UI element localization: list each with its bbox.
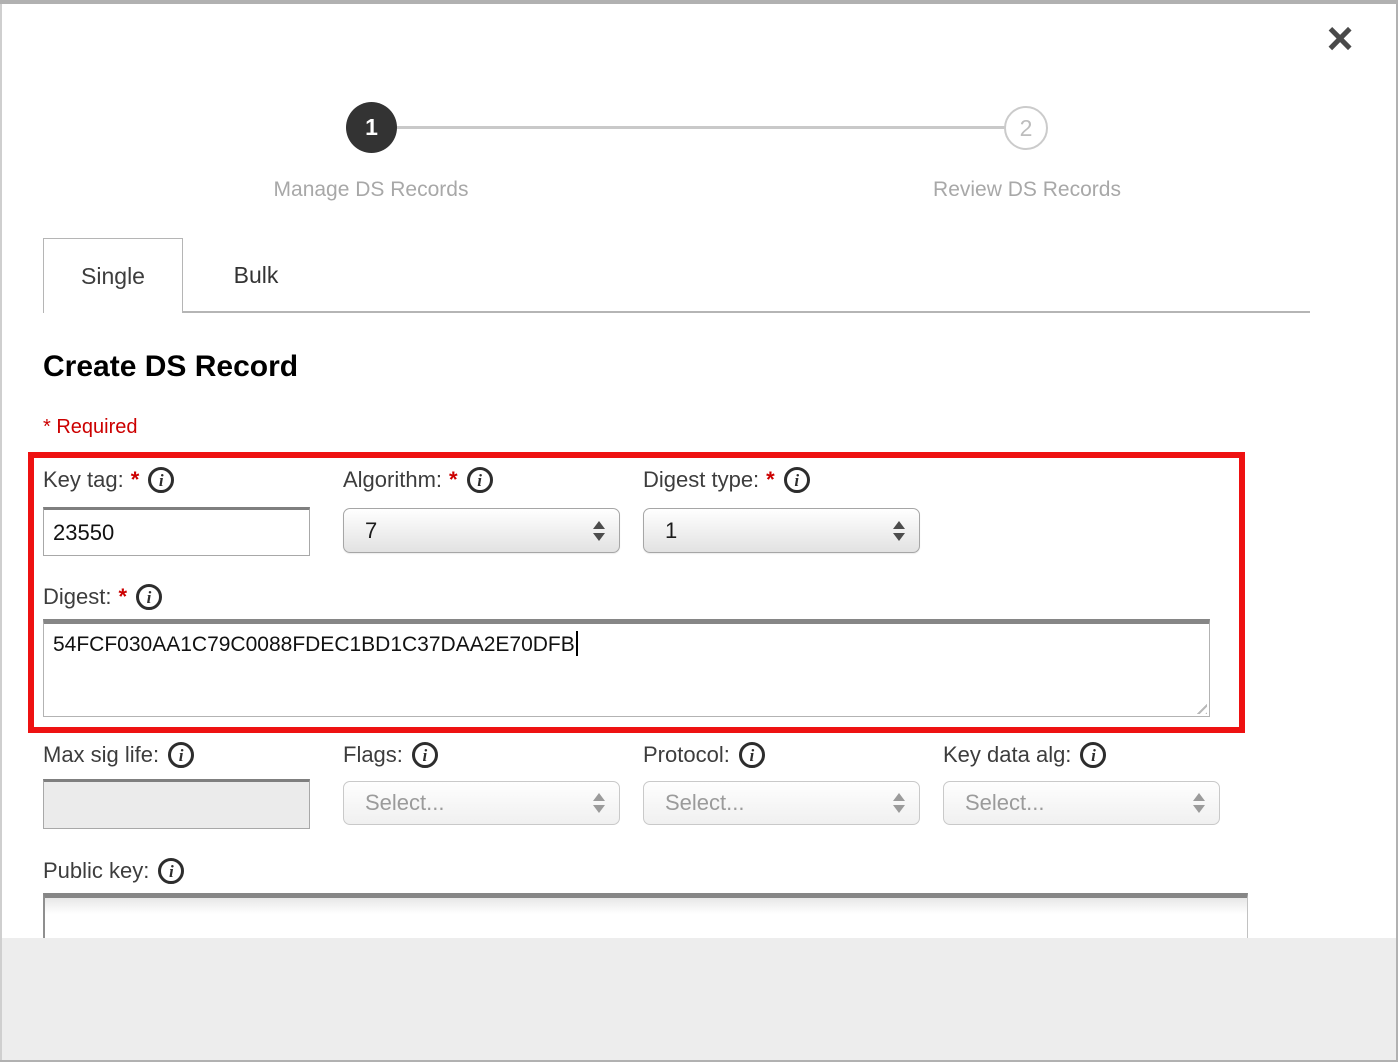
select-spinner-icon	[893, 782, 905, 824]
public-key-info-icon[interactable]: i	[158, 858, 184, 884]
page-title: Create DS Record	[43, 350, 298, 384]
digest-type-value: 1	[665, 518, 677, 544]
text-cursor	[576, 631, 578, 656]
public-key-label: Public key:	[43, 858, 149, 884]
algorithm-required-asterisk: *	[449, 467, 458, 493]
protocol-info-icon[interactable]: i	[739, 742, 765, 768]
modal-left-border	[0, 4, 2, 1062]
flags-info-icon[interactable]: i	[412, 742, 438, 768]
algorithm-label-row: Algorithm: * i	[343, 467, 493, 493]
max-sig-life-input[interactable]	[43, 779, 310, 829]
create-ds-record-modal: × 1 2 Manage DS Records Review DS Record…	[0, 0, 1398, 1062]
flags-label-row: Flags: i	[343, 742, 438, 768]
required-note: * Required	[43, 416, 138, 439]
step-1-label: Manage DS Records	[251, 178, 491, 202]
digest-type-required-asterisk: *	[766, 467, 775, 493]
tab-bulk[interactable]: Bulk	[183, 238, 329, 312]
key-data-alg-label-row: Key data alg: i	[943, 742, 1106, 768]
digest-type-info-icon[interactable]: i	[784, 467, 810, 493]
digest-type-label-row: Digest type: * i	[643, 467, 810, 493]
select-spinner-icon	[1193, 782, 1205, 824]
key-data-alg-select[interactable]: Select...	[943, 781, 1220, 825]
step-2-number: 2	[1020, 115, 1033, 142]
modal-footer: Cancel Back Next	[2, 938, 1396, 1060]
digest-textarea[interactable]: 54FCF030AA1C79C0088FDEC1BD1C37DAA2E70DFB	[43, 619, 1210, 717]
flags-placeholder: Select...	[365, 790, 444, 816]
algorithm-info-icon[interactable]: i	[467, 467, 493, 493]
tab-bulk-label: Bulk	[234, 262, 279, 289]
tab-single[interactable]: Single	[43, 238, 183, 313]
key-data-alg-info-icon[interactable]: i	[1080, 742, 1106, 768]
step-1-number: 1	[365, 114, 378, 141]
key-tag-required-asterisk: *	[131, 467, 140, 493]
digest-info-icon[interactable]: i	[136, 584, 162, 610]
max-sig-life-label: Max sig life:	[43, 742, 159, 768]
public-key-label-row: Public key: i	[43, 858, 184, 884]
step-2-label: Review DS Records	[907, 178, 1147, 202]
digest-type-select[interactable]: 1	[643, 508, 920, 553]
flags-select[interactable]: Select...	[343, 781, 620, 825]
key-tag-input[interactable]: 23550	[43, 507, 310, 556]
max-sig-life-info-icon[interactable]: i	[168, 742, 194, 768]
digest-label-row: Digest: * i	[43, 584, 162, 610]
key-tag-label: Key tag:	[43, 467, 124, 493]
close-button[interactable]: ×	[1316, 14, 1364, 62]
flags-label: Flags:	[343, 742, 403, 768]
protocol-label: Protocol:	[643, 742, 730, 768]
step-1-circle: 1	[346, 102, 397, 153]
select-spinner-icon	[593, 509, 605, 552]
close-icon: ×	[1327, 15, 1354, 61]
key-data-alg-placeholder: Select...	[965, 790, 1044, 816]
select-spinner-icon	[593, 782, 605, 824]
algorithm-value: 7	[365, 518, 377, 544]
tab-underline	[182, 311, 1310, 313]
key-data-alg-label: Key data alg:	[943, 742, 1071, 768]
protocol-placeholder: Select...	[665, 790, 744, 816]
public-key-textarea[interactable]	[43, 893, 1248, 938]
algorithm-select[interactable]: 7	[343, 508, 620, 553]
step-2-circle: 2	[1004, 106, 1048, 150]
select-spinner-icon	[893, 509, 905, 552]
digest-type-label: Digest type:	[643, 467, 759, 493]
algorithm-label: Algorithm:	[343, 467, 442, 493]
modal-top-border	[0, 0, 1398, 4]
stepper-connector-line	[396, 126, 1006, 129]
max-sig-life-label-row: Max sig life: i	[43, 742, 194, 768]
tab-single-label: Single	[81, 263, 145, 290]
resize-handle-icon[interactable]	[1192, 699, 1207, 714]
key-tag-info-icon[interactable]: i	[148, 467, 174, 493]
protocol-select[interactable]: Select...	[643, 781, 920, 825]
digest-value: 54FCF030AA1C79C0088FDEC1BD1C37DAA2E70DFB	[53, 633, 575, 656]
key-tag-label-row: Key tag: * i	[43, 467, 174, 493]
key-tag-value: 23550	[53, 520, 114, 546]
digest-required-asterisk: *	[118, 584, 127, 610]
protocol-label-row: Protocol: i	[643, 742, 765, 768]
digest-label: Digest:	[43, 584, 111, 610]
